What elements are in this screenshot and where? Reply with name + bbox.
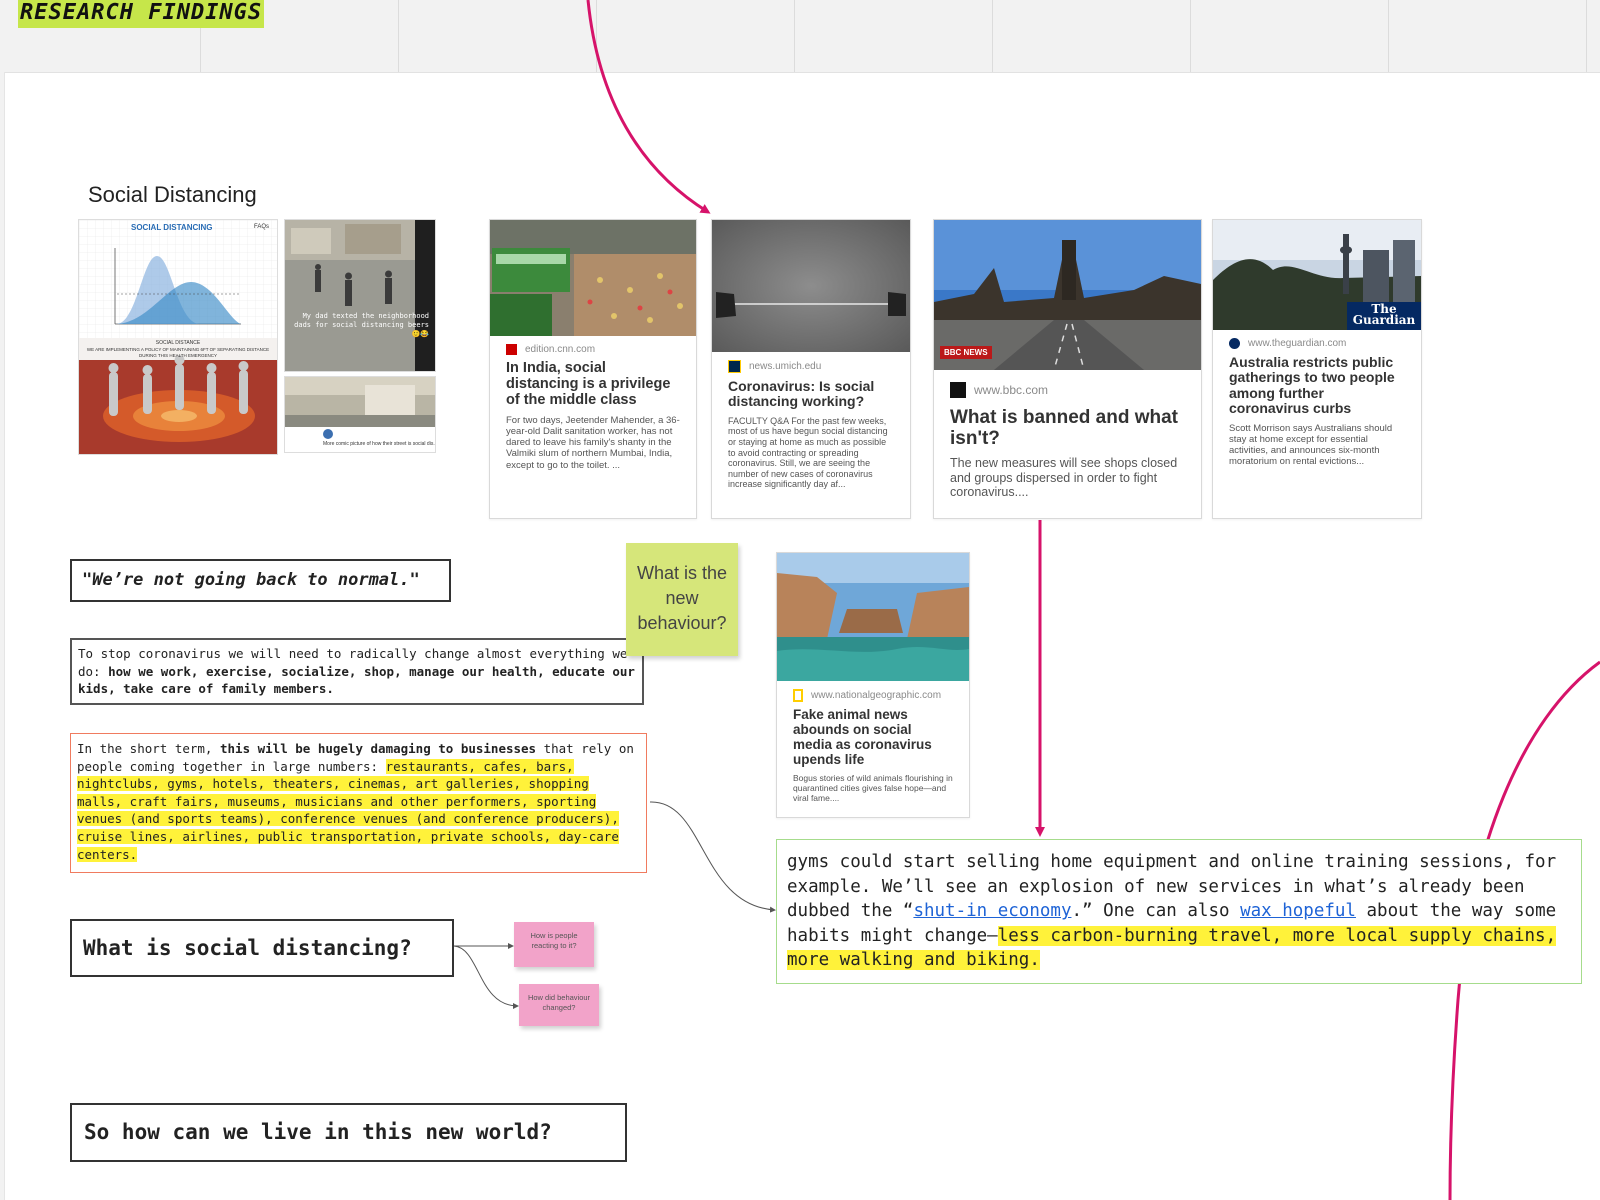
sticky-behaviour-changed[interactable]: How did behaviour changed? bbox=[519, 984, 599, 1026]
grid-line bbox=[596, 0, 597, 72]
card-image bbox=[490, 220, 696, 336]
grid-line bbox=[1586, 0, 1587, 72]
card-title[interactable]: Australia restricts public gatherings to… bbox=[1229, 354, 1405, 417]
card-title[interactable]: Coronavirus: Is social distancing workin… bbox=[728, 378, 894, 410]
guardian-logo-line2: Guardian bbox=[1352, 313, 1416, 327]
card-image: BBC NEWS bbox=[934, 220, 1201, 370]
gyms-part2: .” One can also bbox=[1071, 901, 1241, 922]
infographic-thumbnail[interactable]: SOCIAL DISTANCING FAQs SOCIAL DISTANCE W… bbox=[78, 219, 278, 455]
damage-lead: In the short term, bbox=[77, 741, 220, 756]
sticky-reacting-text: How is people reacting to it? bbox=[530, 931, 578, 950]
card-description: The new measures will see shops closed a… bbox=[950, 455, 1178, 500]
infographic-caption-title: SOCIAL DISTANCE bbox=[155, 340, 201, 346]
grid-line bbox=[992, 0, 993, 72]
card-domain: news.umich.edu bbox=[749, 361, 822, 372]
change-note[interactable]: To stop coronavirus we will need to radi… bbox=[70, 638, 644, 705]
street-photo-caption: My dad texted the neighborhood dads for … bbox=[294, 312, 429, 338]
link-card-umich[interactable]: news.umich.edu Coronavirus: Is social di… bbox=[711, 219, 911, 519]
quote-note[interactable]: "We’re not going back to normal." bbox=[70, 559, 451, 602]
street-photo-thumbnail[interactable]: My dad texted the neighborhood dads for … bbox=[284, 219, 436, 372]
connector-damage-to-gyms[interactable] bbox=[649, 801, 776, 913]
infographic-faq: FAQs bbox=[253, 224, 269, 230]
board-left-rail bbox=[0, 72, 5, 1200]
sticky-reacting[interactable]: How is people reacting to it? bbox=[514, 922, 594, 967]
tweet-thumbnail[interactable]: More comic picture of how their street i… bbox=[284, 376, 436, 453]
guardian-favicon-icon bbox=[1229, 338, 1240, 349]
card-title[interactable]: Fake animal news abounds on social media… bbox=[793, 707, 953, 767]
wax-hopeful-link[interactable]: wax hopeful bbox=[1240, 901, 1356, 921]
bbc-news-badge: BBC NEWS bbox=[940, 346, 992, 359]
natgeo-logo-icon bbox=[793, 689, 803, 702]
board-title[interactable]: RESEARCH FINDINGS bbox=[18, 0, 265, 28]
grid-line bbox=[794, 0, 795, 72]
cnn-logo-icon bbox=[506, 344, 517, 355]
guardian-logo: The Guardian bbox=[1347, 302, 1421, 330]
card-title[interactable]: What is banned and what isn't? bbox=[950, 407, 1185, 450]
card-description: Bogus stories of wild animals flourishin… bbox=[793, 773, 953, 804]
shut-in-economy-link[interactable]: shut-in economy bbox=[913, 901, 1071, 921]
link-card-natgeo[interactable]: www.nationalgeographic.com Fake animal n… bbox=[776, 552, 970, 818]
bbc-logo-icon bbox=[950, 382, 966, 398]
infographic-caption-text: WE ARE IMPLEMENTING A POLICY OF MAINTAIN… bbox=[86, 347, 270, 358]
grid-line bbox=[1190, 0, 1191, 72]
card-image bbox=[777, 553, 969, 681]
quote-text: "We’re not going back to normal." bbox=[82, 570, 420, 590]
card-description: For two days, Jeetender Mahender, a 36-y… bbox=[506, 414, 680, 471]
card-image: The Guardian bbox=[1213, 220, 1421, 330]
damage-highlight: restaurants, cafes, bars, nightclubs, gy… bbox=[77, 758, 619, 862]
tweet-caption: More comic picture of how their street i… bbox=[323, 441, 435, 447]
card-image bbox=[712, 220, 910, 352]
card-description: Scott Morrison says Australians should s… bbox=[1229, 422, 1393, 468]
card-description: FACULTY Q&A For the past few weeks, most… bbox=[728, 415, 888, 490]
damage-note[interactable]: In the short term, this will be hugely d… bbox=[70, 733, 647, 873]
card-domain: www.bbc.com bbox=[974, 383, 1049, 397]
link-card-cnn[interactable]: edition.cnn.com In India, social distanc… bbox=[489, 219, 697, 519]
grid-line bbox=[1388, 0, 1389, 72]
damage-bold: this will be hugely damaging to business… bbox=[220, 741, 537, 756]
card-domain: www.theguardian.com bbox=[1248, 338, 1347, 349]
sticky-behaviour-changed-text: How did behaviour changed? bbox=[527, 993, 591, 1012]
card-domain: www.nationalgeographic.com bbox=[811, 690, 942, 701]
tweet-avatar bbox=[323, 429, 333, 439]
grid-line bbox=[398, 0, 399, 72]
umich-logo-icon bbox=[728, 360, 741, 373]
question-live-new-world[interactable]: So how can we live in this new world? bbox=[70, 1103, 627, 1162]
sticky-new-behaviour[interactable]: What is the new behaviour? bbox=[626, 543, 738, 656]
link-card-bbc[interactable]: BBC NEWS www.bbc.com What is banned and … bbox=[933, 219, 1202, 519]
card-domain: edition.cnn.com bbox=[525, 344, 596, 355]
change-bold: how we work, exercise, socialize, shop, … bbox=[78, 663, 635, 697]
question-live-text: So how can we live in this new world? bbox=[84, 1120, 552, 1144]
infographic-heading: SOCIAL DISTANCING bbox=[131, 223, 213, 232]
link-card-guardian[interactable]: The Guardian www.theguardian.com Austral… bbox=[1212, 219, 1422, 519]
connector-question-to-changed[interactable] bbox=[453, 945, 519, 1009]
gyms-note[interactable]: gyms could start selling home equipment … bbox=[776, 839, 1582, 984]
sticky-new-behaviour-text: What is the new behaviour? bbox=[636, 563, 728, 633]
question-social-distancing[interactable]: What is social distancing? bbox=[70, 919, 454, 977]
question-social-text: What is social distancing? bbox=[83, 936, 412, 960]
section-title[interactable]: Social Distancing bbox=[88, 182, 257, 208]
card-title[interactable]: In India, social distancing is a privile… bbox=[506, 360, 680, 409]
